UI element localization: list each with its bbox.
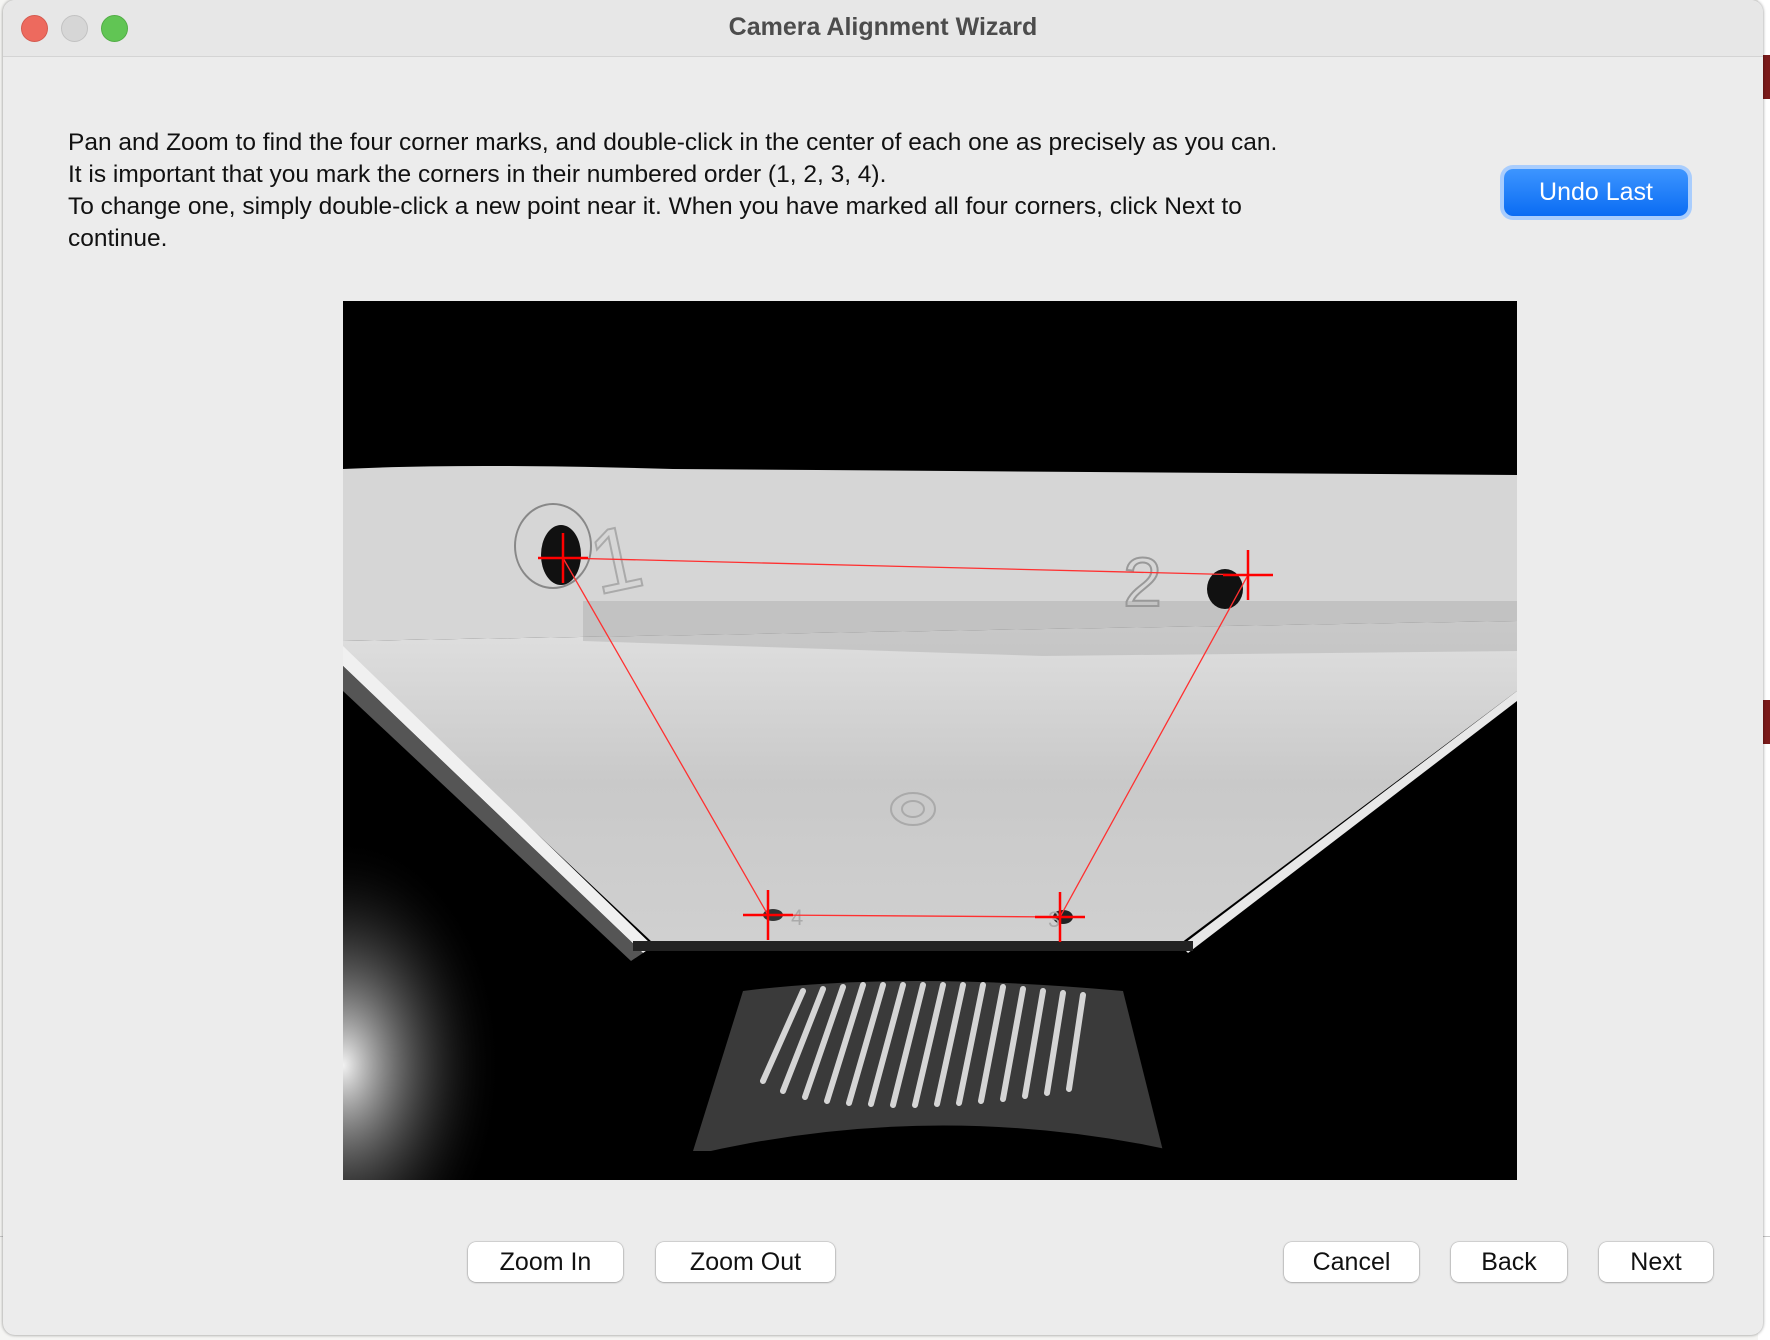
camera-image: 1 2 3 4 — [343, 301, 1517, 1180]
cancel-button[interactable]: Cancel — [1284, 1242, 1419, 1282]
background-window-edge — [1762, 55, 1770, 99]
instruction-line: Pan and Zoom to find the four corner mar… — [68, 129, 1278, 156]
corner-mark — [541, 525, 581, 585]
background-window-edge — [1762, 700, 1770, 744]
title-bar[interactable]: Camera Alignment Wizard — [3, 0, 1763, 57]
undo-last-button[interactable]: Undo Last — [1504, 169, 1688, 216]
corner-number-label: 4 — [791, 905, 803, 930]
window-title: Camera Alignment Wizard — [728, 13, 1038, 41]
instruction-line: It is important that you mark the corner… — [68, 161, 887, 188]
zoom-out-button[interactable]: Zoom Out — [656, 1242, 835, 1282]
instruction-line: To change one, simply double-click a new… — [68, 193, 1242, 220]
instructions-text: Pan and Zoom to find the four corner mar… — [68, 127, 1468, 255]
corner-number-label: 2 — [1123, 543, 1162, 621]
back-button[interactable]: Back — [1451, 1242, 1567, 1282]
zoom-in-button[interactable]: Zoom In — [468, 1242, 623, 1282]
wizard-window: Camera Alignment Wizard Pan and Zoom to … — [3, 0, 1763, 1335]
next-button[interactable]: Next — [1599, 1242, 1713, 1282]
camera-image-view[interactable]: 1 2 3 4 — [343, 301, 1517, 1180]
corner-number-label: 3 — [1048, 907, 1060, 932]
instruction-line: continue. — [68, 225, 168, 252]
